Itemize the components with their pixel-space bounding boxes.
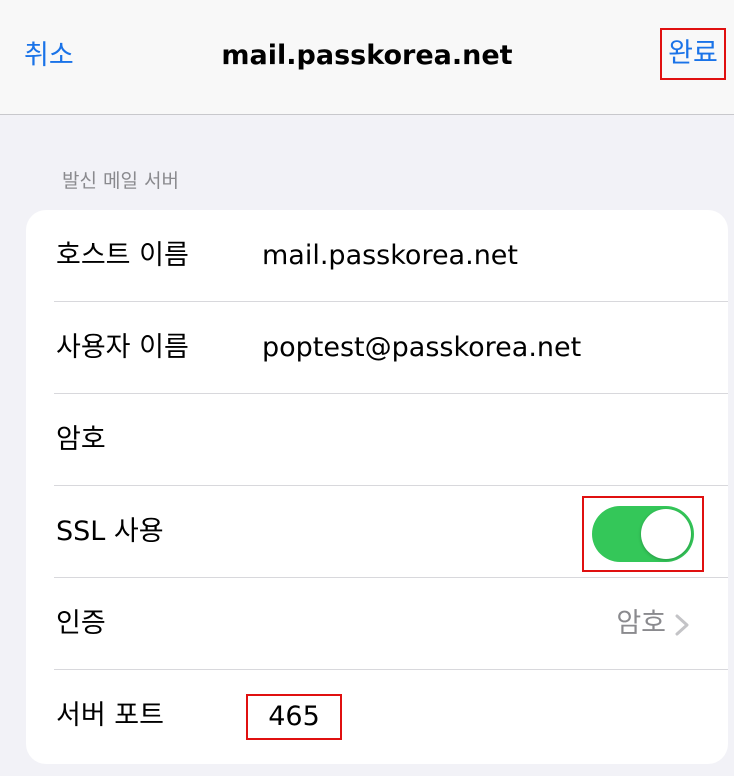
page-title: mail.passkorea.net xyxy=(221,40,513,71)
password-label: 암호 xyxy=(56,424,106,455)
host-name-row[interactable]: 호스트 이름 mail.passkorea.net xyxy=(26,210,728,302)
host-name-label: 호스트 이름 xyxy=(56,240,189,271)
username-label: 사용자 이름 xyxy=(56,332,189,363)
navigation-bar: 취소 mail.passkorea.net 완료 xyxy=(0,0,734,115)
username-row[interactable]: 사용자 이름 poptest@passkorea.net xyxy=(26,302,728,394)
authentication-value: 암호 xyxy=(616,608,666,639)
outgoing-server-settings-group: 호스트 이름 mail.passkorea.net 사용자 이름 poptest… xyxy=(26,210,728,764)
host-name-field[interactable]: mail.passkorea.net xyxy=(262,236,518,276)
authentication-row[interactable]: 인증 암호 xyxy=(26,578,728,670)
server-port-row[interactable]: 서버 포트 xyxy=(26,670,728,762)
chevron-right-icon xyxy=(675,614,689,636)
ssl-toggle-highlight xyxy=(582,496,704,572)
username-field[interactable]: poptest@passkorea.net xyxy=(262,328,581,368)
server-port-label: 서버 포트 xyxy=(56,700,164,731)
server-port-highlight: 465 xyxy=(246,694,342,740)
password-row[interactable]: 암호 xyxy=(26,394,728,486)
authentication-label: 인증 xyxy=(56,608,106,639)
ssl-label: SSL 사용 xyxy=(56,516,164,547)
section-header-outgoing-server: 발신 메일 서버 xyxy=(62,170,179,192)
done-button[interactable]: 완료 xyxy=(660,28,726,80)
toggle-knob xyxy=(641,509,691,559)
server-port-field[interactable]: 465 xyxy=(248,696,340,738)
ssl-toggle[interactable] xyxy=(592,506,694,562)
